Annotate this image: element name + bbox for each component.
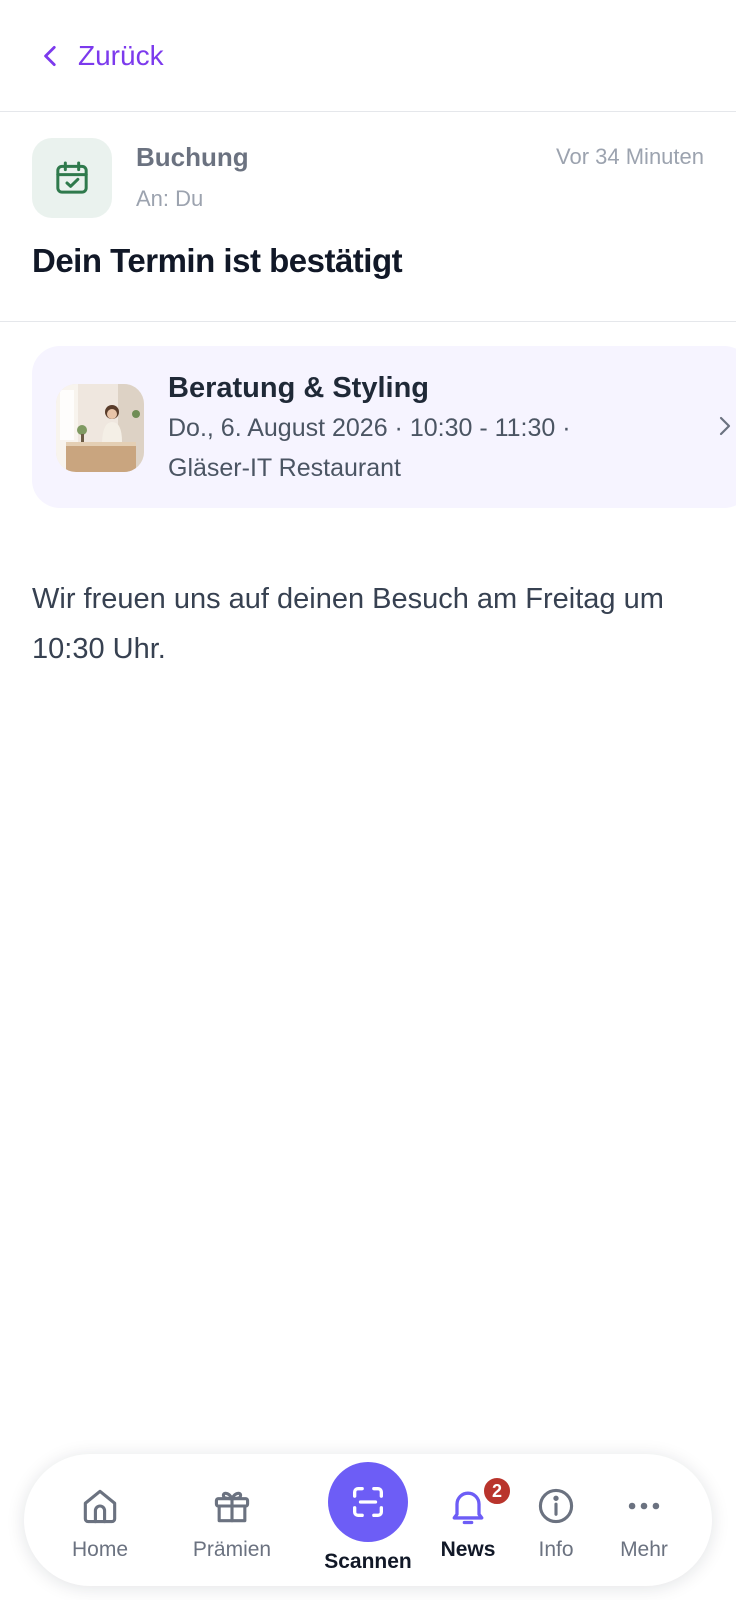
nav-news-label: News [440,1538,496,1561]
service-photo [56,384,144,472]
message-title: Dein Termin ist bestätigt [32,242,403,279]
more-dots-icon [628,1502,660,1510]
nav-rewards[interactable]: Prämien [180,1454,284,1586]
message-header: Buchung An: Du Vor 34 Minuten Dein Termi… [0,112,736,322]
service-datetime: Do., 6. August 2026 · 10:30 - 11:30 · [168,414,571,442]
gift-icon [214,1491,250,1523]
nav-news[interactable]: 2 News [430,1454,512,1586]
calendar-check-icon [56,161,88,194]
info-icon [538,1488,574,1524]
nav-home-label: Home [71,1538,129,1561]
nav-info[interactable]: Info [524,1454,588,1586]
news-badge: 2 [482,1476,512,1506]
category-icon-tile [32,138,112,218]
nav-more-label: Mehr [620,1538,668,1561]
message-timestamp: Vor 34 Minuten [556,144,704,169]
message-body: Wir freuen uns auf deinen Besuch am Frei… [32,583,664,665]
service-thumbnail [56,384,144,472]
home-icon [83,1489,117,1524]
scan-icon [353,1487,383,1517]
chevron-right-icon [719,416,731,436]
nav-info-label: Info [538,1538,574,1561]
nav-rewards-label: Prämien [192,1538,272,1561]
nav-more[interactable]: Mehr [606,1454,682,1586]
service-location: Gläser-IT Restaurant [168,454,401,482]
service-name: Beratung & Styling [168,372,430,404]
chevron-left-icon [44,45,56,67]
nav-home[interactable]: Home [54,1454,146,1586]
back-button[interactable]: Zurück [38,36,164,76]
top-bar: Zurück [0,0,736,112]
message-recipient: An: Du [136,186,204,211]
message-category: Buchung [136,142,249,172]
booking-card[interactable]: Beratung & Styling Do., 6. August 2026 ·… [32,346,736,508]
bottom-navigation: Home Prämien Scannen 2 News Info Mehr [24,1454,712,1586]
scan-button[interactable] [328,1462,408,1542]
back-label: Zurück [78,40,164,71]
nav-scan-label: Scannen [324,1550,412,1573]
